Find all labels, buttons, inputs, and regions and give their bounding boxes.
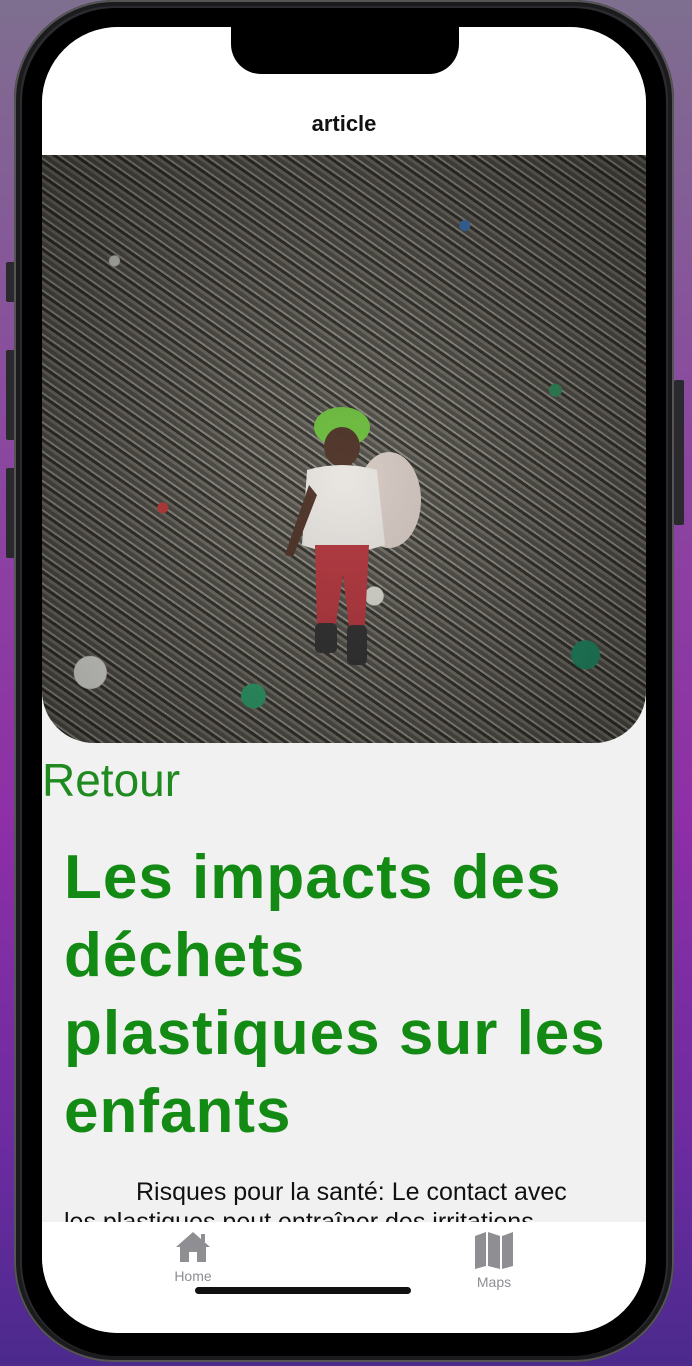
tab-home-label: Home [174,1268,212,1284]
article-title: Les impacts des déchets plastiques sur l… [64,843,606,1146]
tab-home[interactable]: Home [133,1230,253,1284]
article-hero-image [42,155,646,743]
app-screen: article Retour Les impacts des déchets p… [42,27,646,1333]
device-notch [231,27,459,74]
house-icon [176,1232,210,1262]
tab-bar: Home Maps [42,1222,646,1333]
map-icon [475,1232,513,1269]
nav-title: article [311,111,377,136]
home-indicator [195,1287,411,1294]
power-button [674,380,684,525]
back-link[interactable]: Retour [42,753,180,807]
hero-image-shade [42,155,646,743]
tab-maps[interactable]: Maps [434,1230,554,1290]
tab-maps-label: Maps [476,1274,512,1290]
